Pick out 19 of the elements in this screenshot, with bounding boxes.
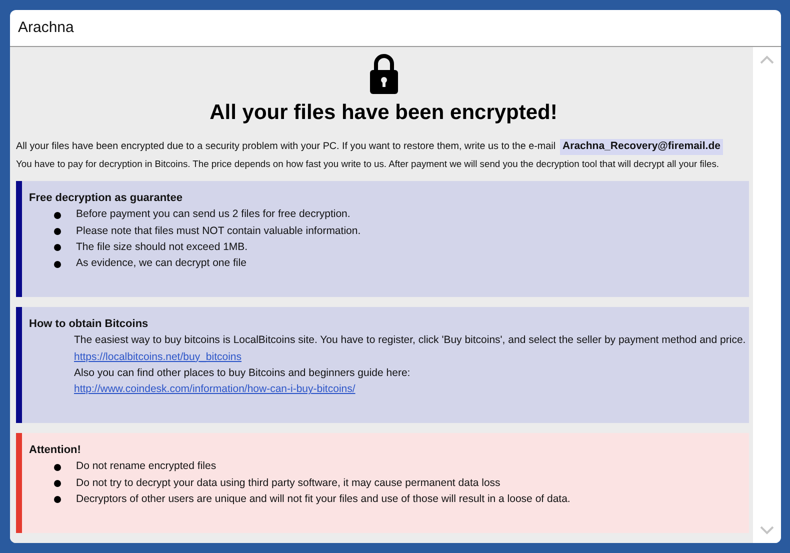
list-item: Do not rename encrypted files — [76, 459, 216, 474]
link[interactable]: http://www.coindesk.com/information/how-can-i-buy-bitcoins/ — [74, 382, 356, 398]
paragraph: The easiest way to buy bitcoins is LocalBitcoins site. You have to register, click 'Buy bitcoins', and select the seller by payment method and price. — [74, 333, 746, 348]
email-address: Arachna_Recovery@firemail.de — [560, 139, 724, 155]
window-title: Arachna — [18, 18, 74, 38]
list-item: Please note that files must NOT contain valuable information. — [76, 224, 361, 239]
intro-text: All your files have been encrypted due to a security problem with your PC. If you want to restore them, write us to the e-mail — [16, 140, 556, 154]
list-item: As evidence, we can decrypt one file — [76, 256, 246, 272]
section-title: Free decryption as guarantee — [29, 190, 182, 206]
list-item: Before payment you can send us 2 files for free decryption. — [76, 207, 350, 222]
list-item: Decryptors of other users are unique and will not fit your files and use of those will result in a loose of data. — [76, 492, 570, 507]
link[interactable]: https://localbitcoins.net/buy_bitcoins — [74, 350, 242, 366]
intro-text: You have to pay for decryption in Bitcoins. The price depends on how fast you write to us. After payment we will send you the decryption tool that will decrypt all your files. — [16, 156, 719, 171]
paragraph: Also you can find other places to buy Bitcoins and beginners guide here: — [74, 366, 410, 381]
list-item: Do not try to decrypt your data using third party software, it may cause permanent data loss — [76, 476, 500, 491]
list-item: The file size should not exceed 1MB. — [76, 240, 248, 255]
section-title: Attention! — [29, 442, 81, 458]
heading: All your files have been encrypted! — [210, 100, 558, 126]
section-title: How to obtain Bitcoins — [29, 316, 148, 332]
